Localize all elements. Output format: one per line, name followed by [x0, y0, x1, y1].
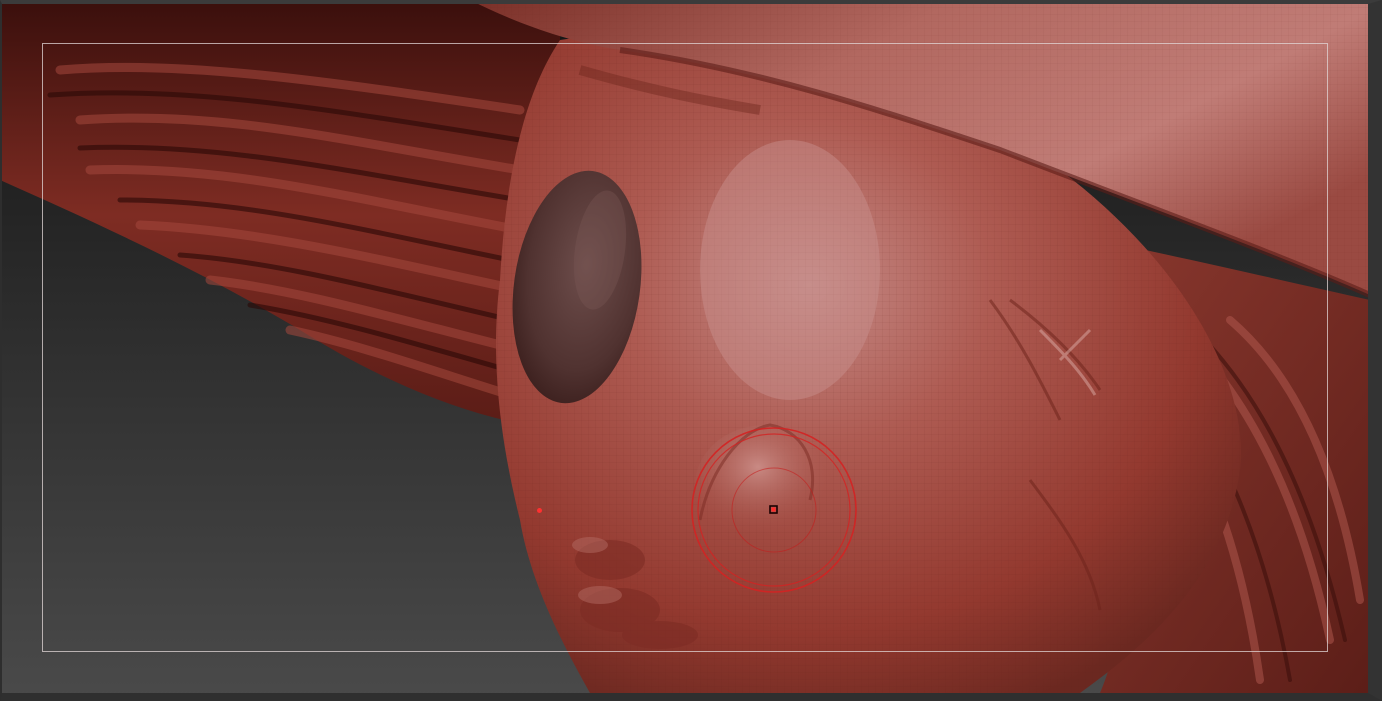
sculpt-viewport[interactable] — [0, 0, 1382, 701]
pivot-point-icon — [537, 508, 542, 513]
brush-cursor-icon[interactable] — [690, 424, 858, 596]
